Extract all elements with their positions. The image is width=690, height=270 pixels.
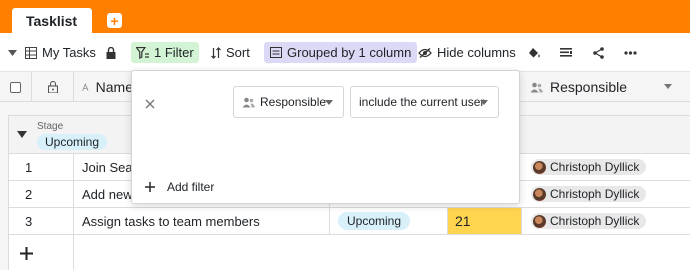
collaborator-type-icon <box>530 82 543 92</box>
lock-icon <box>106 46 116 59</box>
add-filter-label: Add filter <box>167 180 215 194</box>
share-icon <box>593 46 604 59</box>
group-value-pill: Upcoming <box>37 134 108 150</box>
tab-tasklist[interactable]: Tasklist <box>12 8 92 33</box>
text-type-icon <box>82 82 89 91</box>
column-menu-caret-icon[interactable] <box>664 84 672 89</box>
row-color-button[interactable] <box>528 42 541 63</box>
select-all-checkbox[interactable] <box>10 81 21 93</box>
row-number: 1 <box>9 154 74 180</box>
sort-label: Sort <box>226 45 250 60</box>
plus-icon <box>20 246 33 260</box>
more-dots-icon <box>624 50 637 55</box>
eye-slash-icon <box>418 47 432 58</box>
lock-icon <box>47 81 58 93</box>
collapse-group-icon[interactable] <box>17 131 27 138</box>
view-toolbar: My Tasks 1 Filter Sort Grouped by 1 colu… <box>0 33 690 72</box>
collaborator-name: Christoph Dyllick <box>550 187 640 201</box>
lock-header-cell <box>32 72 74 102</box>
row-height-icon <box>560 47 572 57</box>
table-row[interactable]: 3 Assign tasks to team members Upcoming … <box>9 208 690 235</box>
remove-filter-button[interactable] <box>145 97 155 112</box>
filter-column-value: Responsible <box>260 95 327 109</box>
column-header-name[interactable]: Name <box>74 72 134 102</box>
collaborator-chip: Christoph Dyllick <box>531 186 647 202</box>
avatar <box>533 214 546 228</box>
hide-columns-label: Hide columns <box>437 45 516 60</box>
collaborator-name: Christoph Dyllick <box>550 214 640 228</box>
chevron-down-icon <box>480 100 488 105</box>
view-menu-toggle[interactable] <box>8 42 17 63</box>
sort-icon <box>211 46 221 59</box>
filter-label: 1 Filter <box>154 45 194 60</box>
group-label: Grouped by 1 column <box>287 45 412 60</box>
filter-condition-select[interactable]: include the current user <box>350 86 499 118</box>
sort-button[interactable]: Sort <box>211 42 250 63</box>
filter-button[interactable]: 1 Filter <box>131 42 199 63</box>
filter-icon <box>136 46 149 59</box>
group-icon <box>270 47 282 58</box>
group-field-label: Stage <box>37 121 64 132</box>
stage-cell[interactable]: Upcoming <box>330 208 448 234</box>
stage-pill: Upcoming <box>338 212 411 230</box>
number-cell[interactable]: 21 <box>448 208 522 234</box>
collaborator-type-icon <box>242 97 255 107</box>
responsible-cell[interactable]: Christoph Dyllick <box>522 181 690 207</box>
add-filter-button[interactable]: Add filter <box>145 180 214 194</box>
responsible-cell[interactable]: Christoph Dyllick <box>522 208 690 234</box>
add-table-button[interactable]: + <box>107 13 122 28</box>
group-button[interactable]: Grouped by 1 column <box>264 42 418 63</box>
avatar <box>533 187 546 201</box>
column-name-label: Name <box>95 79 133 95</box>
collaborator-chip: Christoph Dyllick <box>531 213 647 229</box>
select-all-cell <box>0 72 32 102</box>
row-height-button[interactable] <box>560 42 572 63</box>
table-icon <box>25 46 37 59</box>
row-number: 2 <box>9 181 74 207</box>
filter-popover: Responsible include the current user Add… <box>131 70 520 204</box>
paint-bucket-icon <box>529 47 540 57</box>
add-row-button[interactable] <box>9 235 74 270</box>
collaborator-chip: Christoph Dyllick <box>531 159 647 175</box>
filter-column-select[interactable]: Responsible <box>233 86 344 118</box>
lock-view-button[interactable] <box>106 42 116 63</box>
row-number: 3 <box>9 208 74 234</box>
more-options-button[interactable] <box>624 42 637 63</box>
avatar <box>533 160 546 174</box>
collaborator-name: Christoph Dyllick <box>550 160 640 174</box>
hide-columns-button[interactable]: Hide columns <box>418 42 516 63</box>
filter-condition-value: include the current user <box>359 95 485 109</box>
chevron-down-icon <box>325 100 333 105</box>
column-header-responsible[interactable]: Responsible <box>522 72 690 102</box>
close-icon <box>145 99 155 109</box>
tab-bar: Tasklist + <box>0 0 690 33</box>
column-responsible-label: Responsible <box>550 79 628 95</box>
responsible-cell[interactable]: Christoph Dyllick <box>522 154 690 180</box>
plus-icon <box>145 182 155 192</box>
name-cell[interactable]: Assign tasks to team members <box>74 208 330 234</box>
view-selector[interactable]: My Tasks <box>25 42 96 63</box>
add-row-row <box>9 235 690 270</box>
view-name: My Tasks <box>42 45 96 60</box>
caret-down-icon <box>8 49 17 56</box>
share-button[interactable] <box>593 42 604 63</box>
